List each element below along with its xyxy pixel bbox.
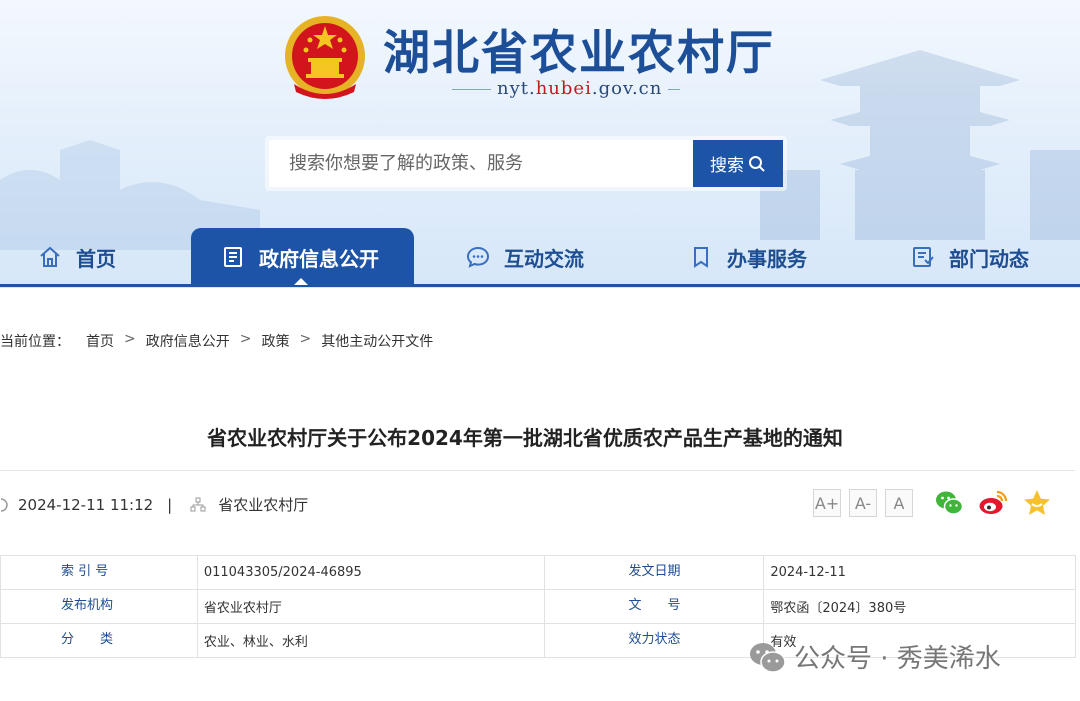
report-icon <box>913 247 934 267</box>
watermark-text: 公众号 · 秀美浠水 <box>794 644 1001 674</box>
clock-icon <box>0 497 8 512</box>
document-number-label: 文 号 <box>543 589 765 624</box>
wechat-icon[interactable] <box>934 488 964 518</box>
wechat-watermark-icon <box>750 642 786 673</box>
breadcrumb-home[interactable]: 首页 <box>86 331 114 351</box>
favorite-star-icon[interactable] <box>1022 488 1052 518</box>
publish-datetime: 2024-12-11 11:12 <box>18 495 154 514</box>
nav-home[interactable]: 首页 <box>38 228 116 286</box>
domain-suffix: .gov.cn <box>591 78 663 99</box>
domain-prefix: nyt. <box>497 78 536 99</box>
nav-underline <box>0 284 1080 287</box>
issuing-agency-label: 发布机构 <box>0 589 198 624</box>
organization-icon <box>190 497 206 511</box>
category-value: 农业、林业、水利 <box>196 623 545 658</box>
breadcrumb: 当前位置： 首页 > 政府信息公开 > 政策 > 其他主动公开文件 <box>0 331 433 351</box>
table-row: 发布机构 省农业农村厅 文 号 鄂农函〔2024〕380号 <box>0 589 1076 624</box>
national-emblem-logo <box>285 16 365 99</box>
article-meta: 2024-12-11 11:12 | 省农业农村厅 <box>0 494 308 515</box>
breadcrumb-gov-info[interactable]: 政府信息公开 <box>146 331 230 351</box>
nav-department-news-label: 部门动态 <box>949 246 1029 271</box>
nav-interaction-label: 互动交流 <box>504 246 584 271</box>
search-button-label: 搜索 <box>710 156 744 176</box>
document-number-value: 鄂农函〔2024〕380号 <box>763 589 1076 624</box>
document-list-icon <box>224 247 242 267</box>
weibo-icon[interactable] <box>978 488 1008 518</box>
wechat-watermark: 公众号 · 秀美浠水 <box>748 638 1001 675</box>
nav-gov-info-label: 政府信息公开 <box>259 246 379 271</box>
index-number-value: 011043305/2024-46895 <box>196 555 545 590</box>
nav-department-news[interactable]: 部门动态 <box>911 228 1029 286</box>
search-box: 搜索 <box>269 140 783 187</box>
font-decrease-button[interactable]: A- <box>849 489 877 517</box>
nav-services[interactable]: 办事服务 <box>689 228 807 286</box>
bookmark-icon <box>694 247 708 268</box>
breadcrumb-separator: > <box>239 331 252 347</box>
table-row: 索 引 号 011043305/2024-46895 发文日期 2024-12-… <box>0 555 1076 590</box>
search-input[interactable] <box>269 140 693 187</box>
nav-interaction[interactable]: 互动交流 <box>466 228 584 286</box>
chat-bubble-icon <box>466 246 490 268</box>
search-button[interactable]: 搜索 <box>693 140 783 187</box>
breadcrumb-separator: > <box>124 331 136 347</box>
validity-status-label: 效力状态 <box>543 623 765 658</box>
font-reset-label: A <box>893 493 905 513</box>
breadcrumb-policy[interactable]: 政策 <box>261 331 289 351</box>
active-tab-caret <box>294 278 308 285</box>
nav-home-label: 首页 <box>76 246 116 271</box>
font-reset-button[interactable]: A <box>885 489 913 517</box>
yellow-crane-tower-silhouette <box>760 50 1080 240</box>
publisher: 省农业农村厅 <box>218 496 309 514</box>
font-increase-label: A+ <box>814 493 840 513</box>
search-bar: 搜索 <box>265 136 787 191</box>
main-nav: 首页 政府信息公开 互动交流 办事服务 部门动态 <box>0 228 1080 286</box>
search-icon <box>749 155 765 172</box>
site-domain: nyt.hubei.gov.cn <box>491 78 669 99</box>
breadcrumb-separator: > <box>299 331 312 347</box>
article-title: 省农业农村厅关于公布2024年第一批湖北省优质农产品生产基地的通知 <box>207 426 843 450</box>
category-label: 分 类 <box>0 623 198 658</box>
breadcrumb-other-files[interactable]: 其他主动公开文件 <box>321 331 433 351</box>
site-title: 湖北省农业农村厅 <box>383 26 775 81</box>
breadcrumb-prefix: 当前位置： <box>0 334 70 350</box>
font-increase-button[interactable]: A+ <box>813 489 841 517</box>
issue-date-value: 2024-12-11 <box>763 555 1076 590</box>
domain-hubei: hubei <box>535 78 592 99</box>
meta-divider: | <box>167 495 173 514</box>
issue-date-label: 发文日期 <box>543 555 765 590</box>
home-icon <box>40 246 60 267</box>
index-number-label: 索 引 号 <box>0 555 198 590</box>
issuing-agency-value: 省农业农村厅 <box>196 589 545 624</box>
nav-services-label: 办事服务 <box>727 246 807 271</box>
font-decrease-label: A- <box>854 493 872 513</box>
title-divider <box>0 470 1075 471</box>
